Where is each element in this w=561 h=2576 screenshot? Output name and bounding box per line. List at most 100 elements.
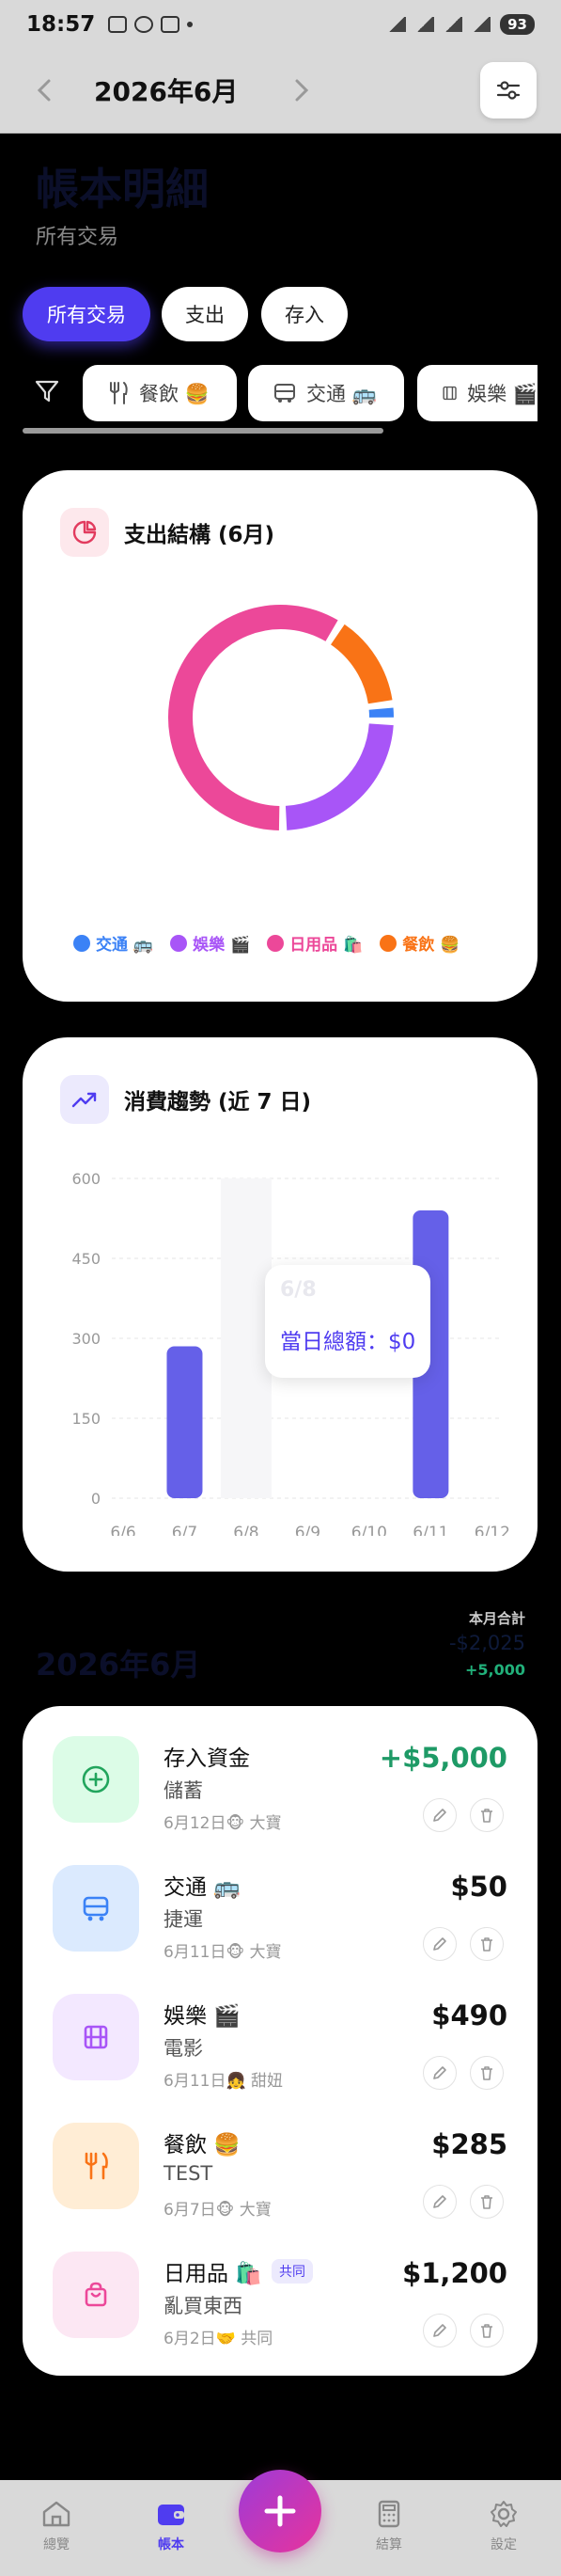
chat-icon: [134, 16, 154, 33]
nav-overview[interactable]: 總覽: [19, 2499, 94, 2553]
x-tick-label: 6/10: [351, 1524, 387, 1536]
transaction-title: 交通 🚌: [164, 1875, 241, 1900]
y-tick-label: 150: [71, 1410, 101, 1428]
calculator-icon: [378, 2500, 400, 2528]
y-tick-label: 600: [71, 1170, 101, 1188]
y-tick-label: 300: [71, 1330, 101, 1348]
delete-button[interactable]: [470, 1798, 504, 1832]
nav-settlement[interactable]: 結算: [351, 2499, 427, 2553]
transaction-row[interactable]: 娛樂 🎬 電影 6月11日👧 甜妞 $490: [23, 1973, 538, 2102]
transaction-meta: 6月2日🤝 共同: [164, 2330, 273, 2348]
wifi-icon: [415, 17, 435, 32]
nav-label: 總覽: [43, 2537, 70, 2552]
tooltip-total: 當日總額：$0: [280, 1330, 416, 1354]
card-title: 消費趨勢 (近 7 日): [124, 1090, 312, 1114]
tab-deposit[interactable]: 存入: [261, 287, 348, 341]
transaction-list: 存入資金 儲蓄 6月12日🐵 大寶 +$5,000 交通 🚌 捷運 6月11日🐵…: [23, 1706, 538, 2376]
trend-up-icon: [60, 1075, 109, 1124]
mute-icon: [387, 17, 407, 32]
transaction-row[interactable]: 餐飲 🍔 TEST 6月7日🐵 大寶 $285: [23, 2102, 538, 2231]
tab-expense[interactable]: 支出: [162, 287, 248, 341]
expense-structure-card: 支出結構 (6月) 交通 🚌 娛樂 🎬 日用品 🛍️ 餐飲 🍔: [23, 470, 538, 1002]
edit-button[interactable]: [423, 2185, 457, 2219]
utensils-icon: [53, 2123, 139, 2209]
car-icon: [161, 16, 180, 33]
transaction-amount: $50: [450, 1871, 507, 1903]
category-chip-label: 餐飲 🍔: [139, 383, 210, 405]
edit-button[interactable]: [423, 1927, 457, 1961]
transaction-row[interactable]: 交通 🚌 捷運 6月11日🐵 大寶 $50: [23, 1844, 538, 1973]
filter-settings-button[interactable]: [480, 62, 537, 119]
delete-button[interactable]: [470, 1927, 504, 1961]
x-tick-label: 6/7: [172, 1524, 197, 1536]
pencil-icon: [433, 1937, 446, 1951]
nav-ledger[interactable]: 帳本: [133, 2499, 209, 2553]
category-chip-food[interactable]: 餐飲 🍔: [83, 365, 237, 421]
pencil-icon: [433, 2066, 446, 2079]
trash-icon: [481, 2066, 492, 2080]
transaction-row[interactable]: 日用品 🛍️ 共同 亂買東西 6月2日🤝 共同 $1,200: [23, 2231, 538, 2360]
wallet-icon: [158, 2505, 184, 2525]
edit-button[interactable]: [423, 2056, 457, 2090]
nav-label: 帳本: [158, 2537, 184, 2552]
category-chip-transport[interactable]: 交通 🚌: [248, 365, 404, 421]
transaction-row[interactable]: 存入資金 儲蓄 6月12日🐵 大寶 +$5,000: [23, 1715, 538, 1844]
x-tick-label: 6/8: [233, 1524, 258, 1536]
funnel-icon[interactable]: [34, 378, 60, 408]
month-income-total: +5,000: [464, 1661, 525, 1679]
chevron-right-icon[interactable]: [293, 77, 310, 110]
month-total-label: 本月合計: [468, 1610, 525, 1627]
sliders-icon: [496, 81, 521, 100]
chevron-left-icon[interactable]: [36, 77, 53, 110]
transaction-amount: $285: [431, 2128, 507, 2160]
y-tick-label: 450: [71, 1250, 101, 1268]
delete-button[interactable]: [470, 2314, 504, 2347]
legend-item: 交通 🚌: [73, 931, 153, 955]
add-transaction-button[interactable]: [239, 2470, 321, 2552]
delete-button[interactable]: [470, 2056, 504, 2090]
edit-button[interactable]: [423, 2314, 457, 2347]
gear-icon: [491, 2501, 517, 2527]
transaction-amount: $490: [431, 1999, 507, 2031]
delete-button[interactable]: [470, 2185, 504, 2219]
edit-button[interactable]: [423, 1798, 457, 1832]
page-subtitle: 所有交易: [36, 226, 119, 249]
month-title: 2026年6月: [94, 76, 239, 107]
transaction-meta: 6月7日🐵 大寶: [164, 2201, 272, 2220]
donut-slice: [168, 605, 338, 830]
status-icons: [108, 16, 194, 33]
tooltip-date: 6/8: [280, 1278, 317, 1302]
category-chip-label: 交通 🚌: [306, 383, 377, 405]
expense-donut-chart: [168, 605, 394, 830]
spending-trend-card: 消費趨勢 (近 7 日) 0 150 300 450 600 6/6 6/7 6/8 6/9 6/…: [23, 1037, 538, 1572]
legend-item: 日用品 🛍️: [267, 931, 363, 955]
shared-badge: 共同: [271, 2259, 313, 2284]
utensils-icon: [110, 382, 128, 404]
transaction-meta: 6月12日🐵 大寶: [164, 1814, 282, 1833]
x-tick-label: 6/12: [475, 1524, 510, 1536]
battery-level: 93: [500, 14, 535, 35]
month-section-title: 2026年6月: [36, 1647, 201, 1683]
transaction-meta: 6月11日🐵 大寶: [164, 1943, 282, 1962]
transaction-title: 存入資金: [164, 1746, 250, 1771]
donut-slice: [330, 624, 393, 704]
trash-icon: [481, 2324, 492, 2338]
trash-icon: [481, 1809, 492, 1823]
chart-tooltip: 6/8 當日總額：$0: [265, 1265, 430, 1378]
tab-all-transactions[interactable]: 所有交易: [23, 287, 150, 341]
transaction-title: 餐飲 🍔: [164, 2133, 241, 2157]
nav-settings[interactable]: 設定: [466, 2499, 541, 2553]
page-title: 帳本明細: [36, 164, 209, 214]
category-scrollbar[interactable]: [23, 428, 383, 434]
notification-dot-icon: [187, 22, 194, 27]
category-chip-entertainment[interactable]: 娛樂 🎬: [417, 365, 538, 421]
transaction-subtitle: TEST: [164, 2162, 213, 2185]
plus-icon: [264, 2495, 296, 2527]
nav-label: 設定: [491, 2537, 517, 2552]
screenshot-icon: [108, 16, 128, 33]
transaction-title: 娛樂 🎬: [164, 2004, 241, 2029]
bar[interactable]: [166, 1346, 203, 1499]
pencil-icon: [433, 2195, 446, 2208]
category-chip-label: 娛樂 🎬: [467, 383, 538, 405]
transaction-amount: +$5,000: [379, 1742, 507, 1774]
